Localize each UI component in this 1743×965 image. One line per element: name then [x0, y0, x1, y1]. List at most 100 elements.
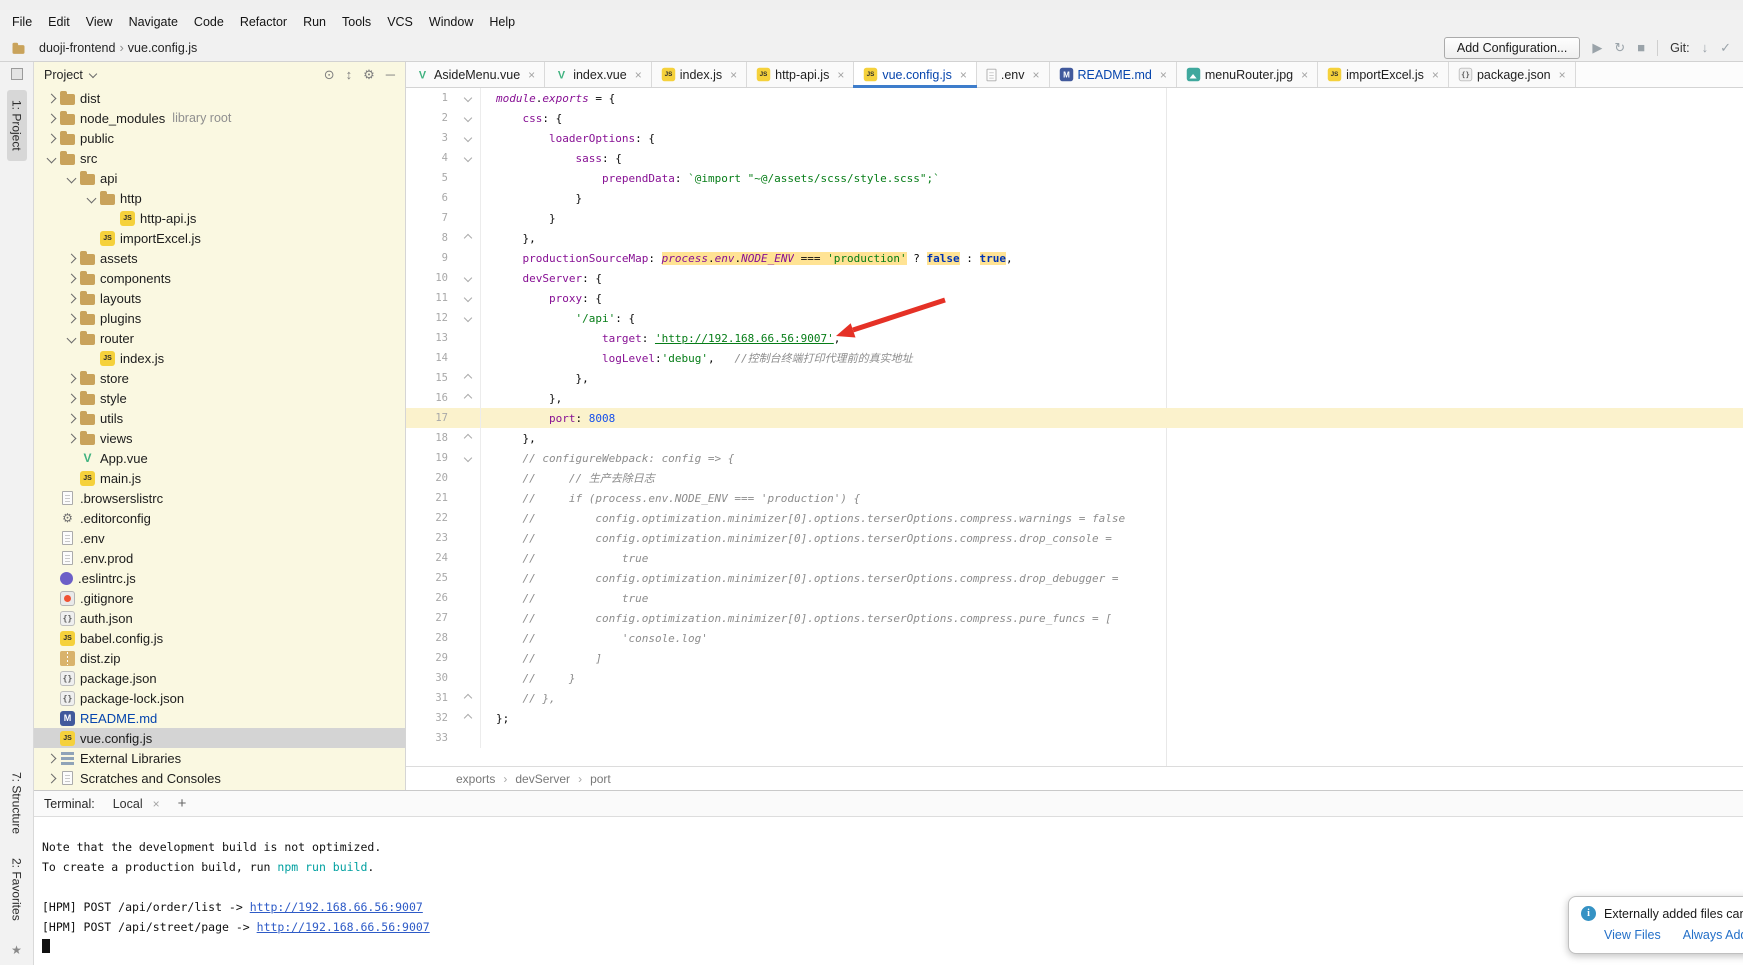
tree-item-vue-config-js[interactable]: vue.config.js: [34, 728, 405, 748]
tree-item-package-lock-json[interactable]: package-lock.json: [34, 688, 405, 708]
code-line-27[interactable]: 27 // config.optimization.minimizer[0].o…: [406, 608, 1743, 628]
breadcrumb-item-vue-config-js[interactable]: vue.config.js: [126, 41, 199, 55]
tree-item-utils[interactable]: utils: [34, 408, 405, 428]
tab-index-vue[interactable]: index.vue×: [545, 62, 652, 87]
tab-importexcel-js[interactable]: importExcel.js×: [1318, 62, 1449, 87]
tree-item-style[interactable]: style: [34, 388, 405, 408]
code-line-14[interactable]: 14 logLevel:'debug', //控制台终端打印代理前的真实地址: [406, 348, 1743, 368]
tree-item-components[interactable]: components: [34, 268, 405, 288]
tab-http-api-js[interactable]: http-api.js×: [747, 62, 854, 87]
tree-item-assets[interactable]: assets: [34, 248, 405, 268]
code-line-21[interactable]: 21 // if (process.env.NODE_ENV === 'prod…: [406, 488, 1743, 508]
code-line-30[interactable]: 30 // }: [406, 668, 1743, 688]
locate-file-icon[interactable]: ⊙: [324, 67, 335, 83]
hide-panel-icon[interactable]: ─: [386, 67, 395, 83]
chevron-right-icon[interactable]: [47, 753, 57, 763]
tree-item-public[interactable]: public: [34, 128, 405, 148]
close-icon[interactable]: ×: [1432, 68, 1439, 82]
menu-tools[interactable]: Tools: [334, 13, 379, 31]
menu-edit[interactable]: Edit: [40, 13, 78, 31]
code-line-22[interactable]: 22 // config.optimization.minimizer[0].o…: [406, 508, 1743, 528]
code-line-8[interactable]: 8 },: [406, 228, 1743, 248]
code-line-5[interactable]: 5 prependData: `@import "~@/assets/scss/…: [406, 168, 1743, 188]
tree-item-plugins[interactable]: plugins: [34, 308, 405, 328]
menu-file[interactable]: File: [4, 13, 40, 31]
tree-item-env-prod[interactable]: .env.prod: [34, 548, 405, 568]
menu-refactor[interactable]: Refactor: [232, 13, 295, 31]
tree-item-dist[interactable]: dist: [34, 88, 405, 108]
code-line-12[interactable]: 12 '/api': {: [406, 308, 1743, 328]
tool-stripe-2-favorites[interactable]: 2: Favorites: [7, 848, 27, 931]
menu-code[interactable]: Code: [186, 13, 232, 31]
tree-item-importexcel-js[interactable]: importExcel.js: [34, 228, 405, 248]
tree-item-readme-md[interactable]: README.md: [34, 708, 405, 728]
chevron-down-icon[interactable]: [47, 153, 57, 163]
tab-menurouter-jpg[interactable]: menuRouter.jpg×: [1177, 62, 1318, 87]
tree-item-dist-zip[interactable]: dist.zip: [34, 648, 405, 668]
breadcrumb-item-duoji-frontend[interactable]: duoji-frontend: [37, 41, 117, 55]
fold-marker-icon[interactable]: [464, 294, 472, 302]
terminal-tab-local[interactable]: Local ×: [105, 793, 168, 815]
tree-item-auth-json[interactable]: auth.json: [34, 608, 405, 628]
code-line-2[interactable]: 2 css: {: [406, 108, 1743, 128]
close-icon[interactable]: ×: [837, 68, 844, 82]
fold-marker-icon[interactable]: [464, 454, 472, 462]
fold-marker-icon[interactable]: [464, 134, 472, 142]
run-icon[interactable]: ▶: [1592, 40, 1602, 56]
code-line-1[interactable]: 1module.exports = {: [406, 88, 1743, 108]
chevron-right-icon[interactable]: [67, 433, 77, 443]
tab-asidemenu-vue[interactable]: AsideMenu.vue×: [406, 62, 545, 87]
tree-item-node-modules[interactable]: node_moduleslibrary root: [34, 108, 405, 128]
editor-breadcrumb-exports[interactable]: exports: [456, 772, 495, 786]
favorites-star-icon[interactable]: ★: [11, 943, 22, 957]
fold-marker-icon[interactable]: [464, 374, 472, 382]
tree-item-views[interactable]: views: [34, 428, 405, 448]
tree-item-eslintrc-js[interactable]: .eslintrc.js: [34, 568, 405, 588]
code-line-13[interactable]: 13 target: 'http://192.168.66.56:9007',: [406, 328, 1743, 348]
expand-collapse-icon[interactable]: ↕: [346, 67, 353, 83]
editor-breadcrumb-devserver[interactable]: devServer: [515, 772, 570, 786]
code-area[interactable]: 1module.exports = {2 css: {3 loaderOptio…: [406, 88, 1743, 766]
chevron-right-icon[interactable]: [67, 313, 77, 323]
tree-item-browserslistrc[interactable]: .browserslistrc: [34, 488, 405, 508]
project-panel-title[interactable]: Project: [44, 68, 83, 82]
fold-marker-icon[interactable]: [464, 714, 472, 722]
code-line-28[interactable]: 28 // 'console.log': [406, 628, 1743, 648]
tree-item-store[interactable]: store: [34, 368, 405, 388]
tree-item-package-json[interactable]: package.json: [34, 668, 405, 688]
code-line-26[interactable]: 26 // true: [406, 588, 1743, 608]
fold-marker-icon[interactable]: [464, 394, 472, 402]
code-line-17[interactable]: 17 port: 8008: [406, 408, 1743, 428]
code-line-11[interactable]: 11 proxy: {: [406, 288, 1743, 308]
chevron-right-icon[interactable]: [67, 393, 77, 403]
tree-item-babel-config-js[interactable]: babel.config.js: [34, 628, 405, 648]
terminal-output[interactable]: Note that the development build is not o…: [34, 817, 1743, 957]
menu-navigate[interactable]: Navigate: [121, 13, 186, 31]
tree-item-http[interactable]: http: [34, 188, 405, 208]
code-line-29[interactable]: 29 // ]: [406, 648, 1743, 668]
chevron-down-icon[interactable]: [67, 173, 77, 183]
close-icon[interactable]: ×: [730, 68, 737, 82]
code-line-33[interactable]: 33: [406, 728, 1743, 748]
tree-item-env[interactable]: .env: [34, 528, 405, 548]
chevron-right-icon[interactable]: [67, 293, 77, 303]
code-line-18[interactable]: 18 },: [406, 428, 1743, 448]
code-line-24[interactable]: 24 // true: [406, 548, 1743, 568]
always-add-link[interactable]: Always Add: [1683, 928, 1743, 942]
tree-item-api[interactable]: api: [34, 168, 405, 188]
tree-item-app-vue[interactable]: App.vue: [34, 448, 405, 468]
chevron-right-icon[interactable]: [47, 93, 57, 103]
chevron-right-icon[interactable]: [47, 113, 57, 123]
menu-view[interactable]: View: [78, 13, 121, 31]
tree-item-gitignore[interactable]: .gitignore: [34, 588, 405, 608]
close-icon[interactable]: ×: [528, 68, 535, 82]
chevron-down-icon[interactable]: [87, 193, 97, 203]
code-line-20[interactable]: 20 // // 生产去除日志: [406, 468, 1743, 488]
tab-env[interactable]: .env×: [977, 62, 1050, 87]
stop-icon[interactable]: ■: [1637, 40, 1645, 55]
tree-item-index-js[interactable]: index.js: [34, 348, 405, 368]
tree-item-http-api-js[interactable]: http-api.js: [34, 208, 405, 228]
close-icon[interactable]: ×: [153, 797, 160, 811]
code-line-25[interactable]: 25 // config.optimization.minimizer[0].o…: [406, 568, 1743, 588]
git-commit-icon[interactable]: ✓: [1720, 40, 1731, 56]
